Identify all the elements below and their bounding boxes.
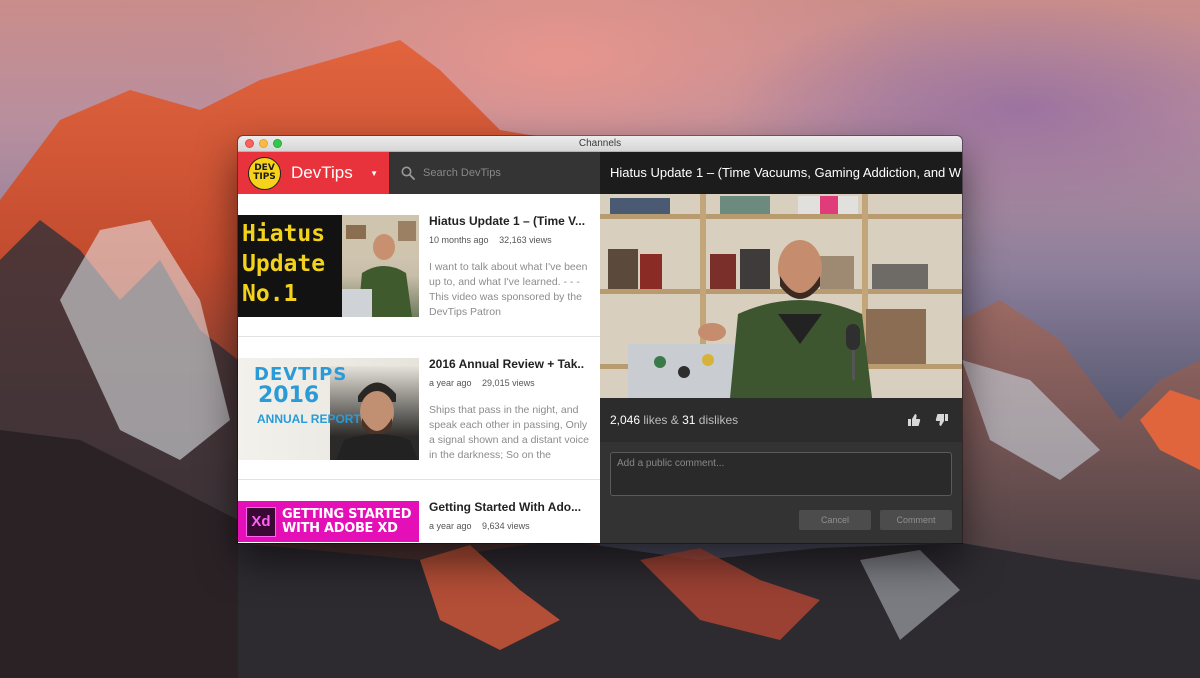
adobe-xd-logo: Xd [246,507,276,537]
thumbnail-text-line: ANNUAL REPORT [257,412,361,426]
minimize-window-button[interactable] [259,139,268,148]
video-views: 29,015 views [482,378,535,388]
thumbnail-text-line: Update [242,251,326,277]
video-thumbnail[interactable]: Xd GETTING STARTED WITH ADOBE XD [238,501,419,542]
thumbnail-text-line: DEVTIPS [254,364,348,385]
maximize-window-button[interactable] [273,139,282,148]
likes-label: likes & [643,413,679,427]
video-item[interactable]: Hiatus Update No.1 Hiatus Update 1 – (Ti… [238,194,600,337]
comment-section: Cancel Comment [600,442,962,543]
window-titlebar[interactable]: Channels [238,136,962,152]
search-icon [401,166,415,180]
video-detail-panel: Hiatus Update 1 – (Time Vacuums, Gaming … [600,152,962,543]
caret-down-icon[interactable]: ▼ [370,169,378,178]
video-description: Ships that pass in the night, and speak … [429,404,589,461]
video-list-panel: DEV TIPS DevTips ▼ Search DevTips Hiatus… [238,152,600,543]
video-title[interactable]: Hiatus Update 1 – (Time V... [429,214,594,228]
search-bar [389,152,600,194]
close-window-button[interactable] [245,139,254,148]
thumbs-down-icon[interactable] [935,413,949,427]
thumbnail-text-line: WITH ADOBE XD [282,521,398,536]
now-playing-title: Hiatus Update 1 – (Time Vacuums, Gaming … [600,152,962,194]
channel-logo-line2: TIPS [253,172,276,182]
thumbnail-text-line: Hiatus [242,221,326,247]
window-title: Channels [578,138,622,149]
video-frame [600,194,962,398]
video-description: I want to talk about what I've been up t… [429,261,588,318]
channel-name: DevTips [291,163,353,182]
video-item[interactable]: Xd GETTING STARTED WITH ADOBE XD Getting… [238,480,600,543]
video-item[interactable]: DEVTIPS 2016 ANNUAL REPORT 2016 Annual R… [238,337,600,480]
video-views: 9,634 views [482,521,530,531]
like-dislike-bar: 2,046 likes & 31 dislikes [600,398,962,442]
thumbnail-photo [342,215,419,317]
channel-selector[interactable]: DEV TIPS DevTips ▼ [238,152,389,194]
video-age: a year ago [429,378,472,388]
dislikes-count: 31 [682,413,696,427]
video-title[interactable]: Getting Started With Ado... [429,500,594,514]
thumbnail-text-line: 2016 [258,383,320,408]
thumbnail-text-line: GETTING STARTED [282,507,412,522]
video-age: a year ago [429,521,472,531]
video-views: 32,163 views [499,235,552,245]
dislikes-label: dislikes [698,413,739,427]
video-list: Hiatus Update No.1 Hiatus Update 1 – (Ti… [238,194,600,543]
traffic-lights [245,139,282,148]
cancel-button[interactable]: Cancel [799,510,871,530]
comment-button[interactable]: Comment [880,510,952,530]
thumbs-up-icon[interactable] [907,413,921,427]
channels-window: Channels DEV TIPS DevTips ▼ Search DevTi… [238,136,962,543]
search-input[interactable] [423,167,593,179]
comment-input[interactable] [610,452,952,496]
video-player[interactable] [600,194,962,398]
video-title[interactable]: 2016 Annual Review + Tak.. [429,357,594,371]
video-thumbnail[interactable]: Hiatus Update No.1 [238,215,419,317]
video-age: 10 months ago [429,235,489,245]
video-thumbnail[interactable]: DEVTIPS 2016 ANNUAL REPORT [238,358,419,460]
channel-logo: DEV TIPS [248,156,281,190]
likes-count: 2,046 [610,413,641,427]
thumbnail-text-line: No.1 [242,281,298,307]
